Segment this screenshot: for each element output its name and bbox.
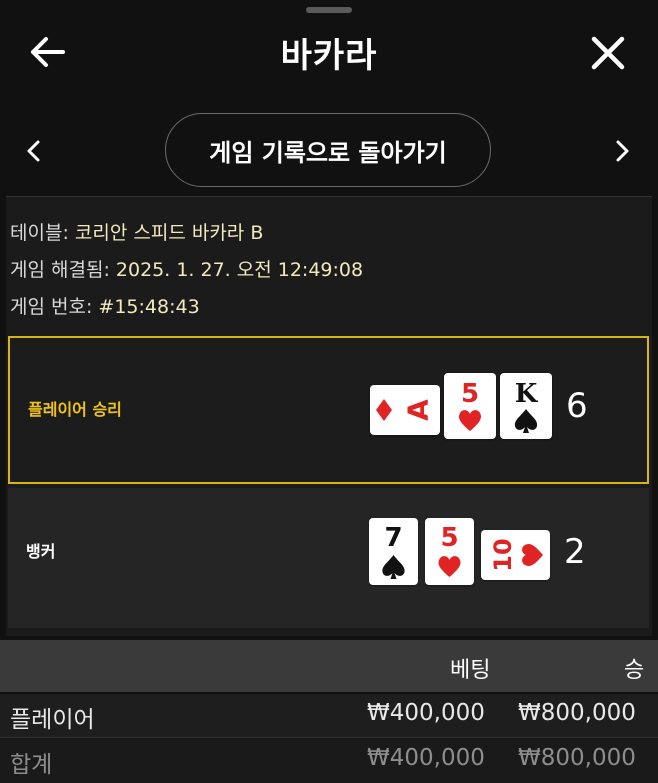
table-info-value: 코리안 스피드 바카라 B bbox=[74, 222, 264, 244]
table-total-row: 합계 ₩400,000 ₩800,000 bbox=[0, 739, 658, 783]
row-bet: ₩400,000 bbox=[367, 700, 485, 726]
total-bet: ₩400,000 bbox=[367, 745, 485, 771]
total-win: ₩800,000 bbox=[518, 745, 636, 771]
table-info-label: 테이블: bbox=[10, 222, 69, 244]
game-number-label: 게임 번호: bbox=[10, 296, 93, 318]
player-hand: 플레이어 승리 A 5 K 6 bbox=[8, 336, 649, 484]
card-five-of-hearts: 5 bbox=[444, 373, 496, 439]
card-king-of-spades: K bbox=[500, 373, 552, 439]
spade-suit-icon bbox=[382, 555, 405, 579]
banker-score: 2 bbox=[564, 532, 586, 572]
banker-hand: 뱅커 7 5 10 2 bbox=[8, 488, 649, 628]
row-win: ₩800,000 bbox=[518, 700, 636, 726]
card-rank: 7 bbox=[384, 523, 402, 553]
resolved-info: 게임 해결됨: 2025. 1. 27. 오전 12:49:08 bbox=[10, 255, 363, 282]
spade-suit-icon bbox=[514, 409, 538, 433]
card-rank: 10 bbox=[489, 538, 517, 571]
close-button[interactable] bbox=[588, 33, 628, 73]
table-info: 테이블: 코리안 스피드 바카라 B bbox=[10, 218, 263, 245]
resolved-info-value: 2025. 1. 27. 오전 12:49:08 bbox=[115, 259, 364, 281]
back-to-history-button[interactable]: 게임 기록으로 돌아가기 bbox=[165, 113, 491, 187]
diamond-suit-icon bbox=[376, 399, 392, 421]
column-header-win: 승 bbox=[624, 658, 645, 683]
column-header-bet: 베팅 bbox=[450, 658, 491, 683]
table-row: 플레이어 ₩400,000 ₩800,000 bbox=[0, 694, 658, 738]
card-seven-of-spades: 7 bbox=[369, 518, 418, 585]
row-name: 플레이어 bbox=[10, 707, 95, 733]
header: 바카라 bbox=[0, 0, 658, 100]
card-rank: A bbox=[402, 399, 435, 421]
resolved-info-label: 게임 해결됨: bbox=[10, 259, 110, 281]
player-score: 6 bbox=[566, 386, 588, 426]
close-icon bbox=[591, 36, 625, 70]
banker-label: 뱅커 bbox=[26, 542, 56, 561]
card-ten-of-hearts: 10 bbox=[481, 530, 550, 580]
game-number-info: 게임 번호: #15:48:43 bbox=[10, 292, 200, 319]
card-rank: K bbox=[515, 379, 539, 409]
bet-table-header: 베팅 승 bbox=[0, 640, 658, 692]
player-result-label: 플레이어 승리 bbox=[28, 400, 122, 419]
chevron-left-icon bbox=[27, 140, 40, 162]
heart-suit-icon bbox=[438, 556, 461, 577]
page-title: 바카라 bbox=[280, 36, 378, 76]
total-name: 합계 bbox=[10, 752, 53, 778]
next-game-button[interactable] bbox=[610, 136, 634, 166]
card-ace-of-diamonds: A bbox=[370, 385, 440, 435]
chevron-right-icon bbox=[616, 140, 629, 162]
game-number-value: #15:48:43 bbox=[98, 296, 200, 318]
card-five-of-hearts: 5 bbox=[425, 518, 474, 585]
prev-game-button[interactable] bbox=[22, 136, 46, 166]
card-rank: 5 bbox=[440, 523, 458, 553]
heart-suit-icon bbox=[459, 410, 481, 431]
heart-suit-icon bbox=[522, 544, 543, 566]
card-rank: 5 bbox=[461, 379, 479, 409]
